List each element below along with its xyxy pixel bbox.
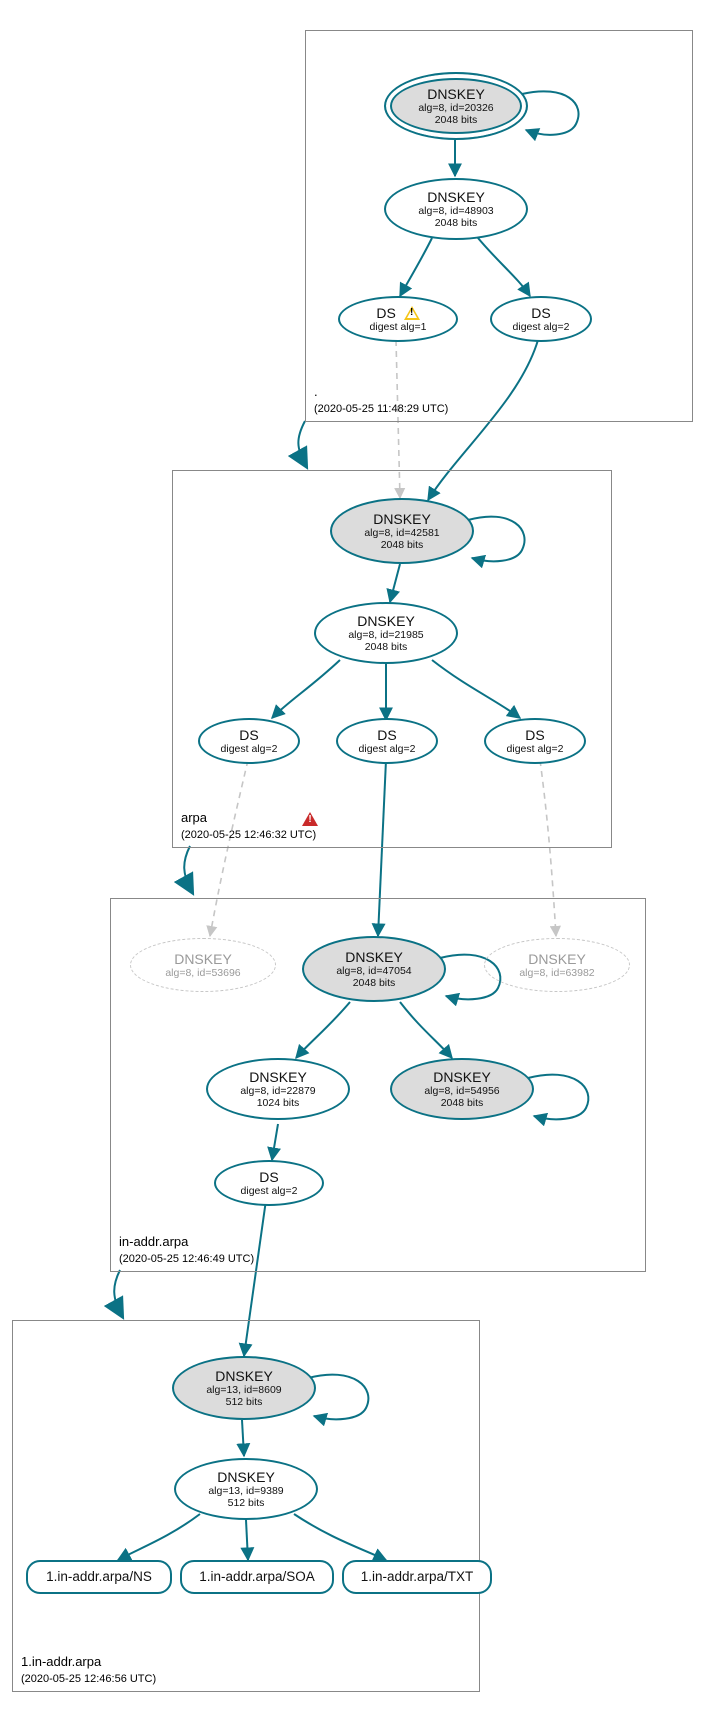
node-detail: digest alg=2 [507,743,564,755]
node-title: DS [259,1169,278,1185]
node-title: DNSKEY [427,189,485,205]
node-one-ksk: DNSKEY alg=13, id=8609 512 bits [172,1356,316,1420]
node-title: DNSKEY [249,1069,307,1085]
node-inaddr-ksk: DNSKEY alg=8, id=47054 2048 bits [302,936,446,1002]
node-root-ds-alg1: DS ! digest alg=1 [338,296,458,342]
node-title: DNSKEY [433,1069,491,1085]
node-title: DNSKEY [215,1368,273,1384]
zone-1-timestamp: (2020-05-25 12:46:56 UTC) [21,1673,156,1685]
zone-in-addr-label: in-addr.arpa [119,1234,188,1249]
node-inaddr-ghost-left: DNSKEY alg=8, id=53696 [130,938,276,992]
zone-arpa-label: arpa [181,810,207,825]
node-detail: alg=8, id=42581 [364,527,439,539]
rrset-txt: 1.in-addr.arpa/TXT [342,1560,492,1594]
node-detail: 2048 bits [441,1097,484,1109]
node-title: DNSKEY [427,86,485,102]
node-detail: 2048 bits [435,217,478,229]
rrset-label: 1.in-addr.arpa/TXT [361,1569,474,1585]
node-detail: 2048 bits [381,539,424,551]
node-root-ksk: DNSKEY alg=8, id=20326 2048 bits [384,72,528,140]
node-title: DNSKEY [528,951,586,967]
node-detail: alg=8, id=54956 [424,1085,499,1097]
node-detail: 2048 bits [365,641,408,653]
node-inaddr-ghost-right: DNSKEY alg=8, id=63982 [484,938,630,992]
node-title: DS [531,305,550,321]
node-title: DNSKEY [373,511,431,527]
node-detail: alg=8, id=47054 [336,965,411,977]
node-detail: digest alg=2 [221,743,278,755]
node-detail: alg=13, id=9389 [208,1485,283,1497]
node-detail: alg=8, id=21985 [348,629,423,641]
ds-label: DS [376,305,395,321]
zone-root-timestamp: (2020-05-25 11:48:29 UTC) [314,403,448,415]
node-detail: alg=8, id=22879 [240,1085,315,1097]
node-detail: alg=8, id=53696 [165,967,240,979]
zone-root-label: . [314,384,318,399]
node-inaddr-ksk2: DNSKEY alg=8, id=54956 2048 bits [390,1058,534,1120]
node-detail: digest alg=2 [241,1185,298,1197]
node-one-zsk: DNSKEY alg=13, id=9389 512 bits [174,1458,318,1520]
node-arpa-ds-left: DS digest alg=2 [198,718,300,764]
node-detail: 512 bits [228,1497,265,1509]
rrset-ns: 1.in-addr.arpa/NS [26,1560,172,1594]
node-detail: alg=8, id=20326 [418,102,493,114]
node-title: DNSKEY [357,613,415,629]
zone-1-label: 1.in-addr.arpa [21,1654,101,1669]
rrset-soa: 1.in-addr.arpa/SOA [180,1560,334,1594]
node-title: DS [525,727,544,743]
warning-icon: ! [404,306,420,320]
node-title: DS [239,727,258,743]
node-detail: digest alg=1 [370,321,427,333]
node-title: DS ! [376,305,419,321]
error-icon: ! [298,812,318,827]
node-inaddr-ds: DS digest alg=2 [214,1160,324,1206]
node-title: DNSKEY [345,949,403,965]
node-arpa-ds-center: DS digest alg=2 [336,718,438,764]
dnssec-graph: . (2020-05-25 11:48:29 UTC) DNSKEY alg=8… [0,0,717,1717]
node-inaddr-zsk: DNSKEY alg=8, id=22879 1024 bits [206,1058,350,1120]
node-detail: digest alg=2 [513,321,570,333]
node-root-ds-alg2: DS digest alg=2 [490,296,592,342]
node-detail: 512 bits [226,1396,263,1408]
rrset-label: 1.in-addr.arpa/SOA [199,1569,315,1585]
node-detail: 1024 bits [257,1097,300,1109]
node-detail: 2048 bits [435,114,478,126]
node-detail: alg=13, id=8609 [206,1384,281,1396]
node-arpa-zsk: DNSKEY alg=8, id=21985 2048 bits [314,602,458,664]
zone-arpa-timestamp: (2020-05-25 12:46:32 UTC) [181,829,316,841]
node-detail: alg=8, id=63982 [519,967,594,979]
node-title: DNSKEY [217,1469,275,1485]
zone-in-addr-timestamp: (2020-05-25 12:46:49 UTC) [119,1253,254,1265]
node-detail: digest alg=2 [359,743,416,755]
node-title: DNSKEY [174,951,232,967]
node-arpa-ds-right: DS digest alg=2 [484,718,586,764]
node-detail: 2048 bits [353,977,396,989]
node-root-zsk: DNSKEY alg=8, id=48903 2048 bits [384,178,528,240]
node-detail: alg=8, id=48903 [418,205,493,217]
rrset-label: 1.in-addr.arpa/NS [46,1569,152,1585]
node-title: DS [377,727,396,743]
node-arpa-ksk: DNSKEY alg=8, id=42581 2048 bits [330,498,474,564]
